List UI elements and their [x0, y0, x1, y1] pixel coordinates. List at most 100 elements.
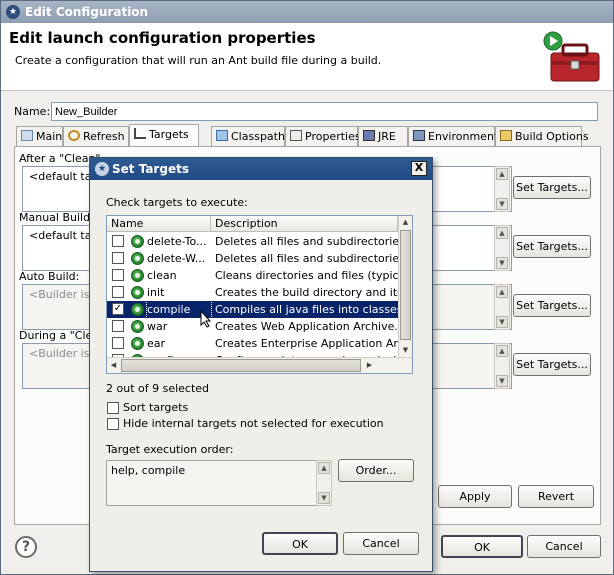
execution-order-box[interactable]: help, compile [106, 460, 331, 506]
column-name[interactable]: Name [107, 216, 211, 232]
table-row[interactable]: ear Creates Enterprise Application Archiv… [107, 335, 398, 352]
table-row[interactable]: delete-W... Deletes all files and subdire… [107, 250, 398, 267]
target-description: Deletes all files and subdirectories of … [215, 235, 398, 248]
tab-main-label: Main [36, 130, 63, 143]
sort-targets-checkbox[interactable] [107, 402, 119, 414]
refresh-icon [68, 130, 80, 141]
name-input[interactable] [51, 102, 598, 121]
target-checkbox[interactable] [112, 269, 124, 281]
edit-configuration-window: ★ Edit Configuration Edit launch configu… [0, 0, 614, 575]
table-row[interactable]: init Creates the build directory and its … [107, 284, 398, 301]
scroll-thumb[interactable] [400, 230, 411, 340]
auto-build-set-targets-button[interactable]: Set Targets... [513, 294, 591, 317]
execution-order-label: Target execution order: [106, 443, 234, 456]
target-checkbox[interactable] [112, 235, 124, 247]
target-checkbox[interactable] [112, 252, 124, 264]
cancel-button[interactable]: Cancel [527, 535, 601, 558]
table-row[interactable]: delete-To... Deletes all files and subdir… [107, 233, 398, 250]
order-scrollbar[interactable]: ▲ ▼ [316, 460, 332, 506]
window-titlebar[interactable]: ★ Edit Configuration [1, 1, 613, 23]
scroll-down-icon[interactable]: ▼ [496, 257, 508, 269]
tab-build-options-label: Build Options [515, 130, 589, 143]
header-title: Edit launch configuration properties [9, 29, 316, 47]
jre-icon [363, 130, 375, 141]
build-options-icon [500, 130, 512, 141]
target-description: Creates the build directory and its chil [215, 286, 398, 299]
scroll-up-icon[interactable]: ▲ [399, 216, 412, 229]
scroll-down-icon[interactable]: ▼ [496, 316, 508, 328]
target-name: clean [147, 269, 177, 282]
after-clean-set-targets-button[interactable]: Set Targets... [513, 176, 591, 199]
targets-table[interactable]: Name Description delete-To... Deletes all… [106, 215, 413, 374]
scroll-down-icon[interactable]: ▼ [496, 375, 508, 387]
tab-jre[interactable]: JRE [358, 126, 408, 146]
scroll-right-icon[interactable]: ▶ [363, 359, 376, 372]
during-clean-set-targets-button[interactable]: Set Targets... [513, 353, 591, 376]
during-clean-scrollbar[interactable]: ▲ ▼ [494, 343, 510, 389]
table-row[interactable]: clean Cleans directories and files (typic… [107, 267, 398, 284]
scroll-thumb[interactable] [121, 359, 361, 372]
scroll-up-icon[interactable]: ▲ [496, 168, 508, 180]
tab-properties[interactable]: Properties [285, 126, 361, 146]
scroll-down-icon[interactable]: ▼ [399, 344, 412, 357]
mouse-cursor-icon [200, 310, 212, 328]
target-checkbox[interactable] [112, 337, 124, 349]
target-name: delete-To... [147, 235, 207, 248]
name-label: Name: [14, 105, 51, 118]
scroll-up-icon[interactable]: ▲ [318, 462, 330, 474]
target-checkbox[interactable] [112, 320, 124, 332]
revert-button[interactable]: Revert [518, 485, 594, 508]
scroll-up-icon[interactable]: ▲ [496, 286, 508, 298]
target-checkbox[interactable] [112, 286, 124, 298]
auto-build-scrollbar[interactable]: ▲ ▼ [494, 284, 510, 330]
dialog-cancel-button[interactable]: Cancel [343, 532, 419, 555]
tab-targets[interactable]: Targets [129, 124, 199, 146]
ant-target-icon [131, 337, 144, 350]
hide-internal-checkbox[interactable] [107, 418, 119, 430]
scroll-left-icon[interactable]: ◀ [107, 359, 120, 372]
manual-build-set-targets-button[interactable]: Set Targets... [513, 235, 591, 258]
table-row[interactable]: war Creates Web Application Archive. [107, 318, 398, 335]
help-icon[interactable]: ? [15, 536, 37, 558]
header-description: Create a configuration that will run an … [15, 54, 382, 67]
column-description[interactable]: Description [211, 216, 398, 232]
ok-button[interactable]: OK [441, 535, 523, 558]
table-row[interactable]: ✓ compile Compiles all java files into cla… [107, 300, 398, 319]
app-icon: ★ [6, 5, 20, 19]
hide-internal-label: Hide internal targets not selected for e… [123, 417, 384, 430]
order-button[interactable]: Order... [338, 459, 414, 482]
window-title: Edit Configuration [25, 5, 149, 19]
tab-environment[interactable]: Environment [408, 126, 498, 146]
tab-properties-label: Properties [305, 130, 361, 143]
environment-icon [413, 130, 425, 141]
target-description: Creates Web Application Archive. [215, 320, 398, 333]
manual-build-scrollbar[interactable]: ▲ ▼ [494, 225, 510, 271]
table-vertical-scrollbar[interactable]: ▲ ▼ [398, 216, 412, 357]
target-description: Creates Enterprise Application Archive [215, 337, 398, 350]
set-targets-titlebar[interactable]: ★ Set Targets X [90, 158, 432, 180]
tab-main[interactable]: Main [16, 126, 63, 146]
after-clean-scrollbar[interactable]: ▲ ▼ [494, 166, 510, 212]
target-checkbox[interactable]: ✓ [112, 303, 124, 315]
tab-refresh-label: Refresh [83, 130, 125, 143]
tab-classpath[interactable]: Classpath [211, 126, 285, 146]
tab-refresh[interactable]: Refresh [63, 126, 129, 146]
tab-jre-label: JRE [378, 130, 396, 143]
close-icon[interactable]: X [411, 161, 427, 176]
target-description: Cleans directories and files (typically … [215, 269, 398, 282]
tab-build-options[interactable]: Build Options [495, 126, 589, 146]
scroll-up-icon[interactable]: ▲ [496, 345, 508, 357]
table-horizontal-scrollbar[interactable]: ◀ ▶ [107, 357, 412, 373]
scroll-down-icon[interactable]: ▼ [496, 198, 508, 210]
targets-icon [134, 128, 146, 139]
dialog-ok-button[interactable]: OK [262, 532, 338, 555]
set-targets-dialog: ★ Set Targets X Check targets to execute… [89, 157, 433, 572]
tab-classpath-label: Classpath [231, 130, 285, 143]
target-name: init [147, 286, 165, 299]
scroll-up-icon[interactable]: ▲ [496, 227, 508, 239]
dialog-header: Edit launch configuration properties Cre… [1, 23, 613, 91]
check-targets-label: Check targets to execute: [106, 196, 248, 209]
toolbox-banner-icon [543, 31, 600, 82]
scroll-down-icon[interactable]: ▼ [318, 492, 330, 504]
apply-button[interactable]: Apply [438, 485, 512, 508]
